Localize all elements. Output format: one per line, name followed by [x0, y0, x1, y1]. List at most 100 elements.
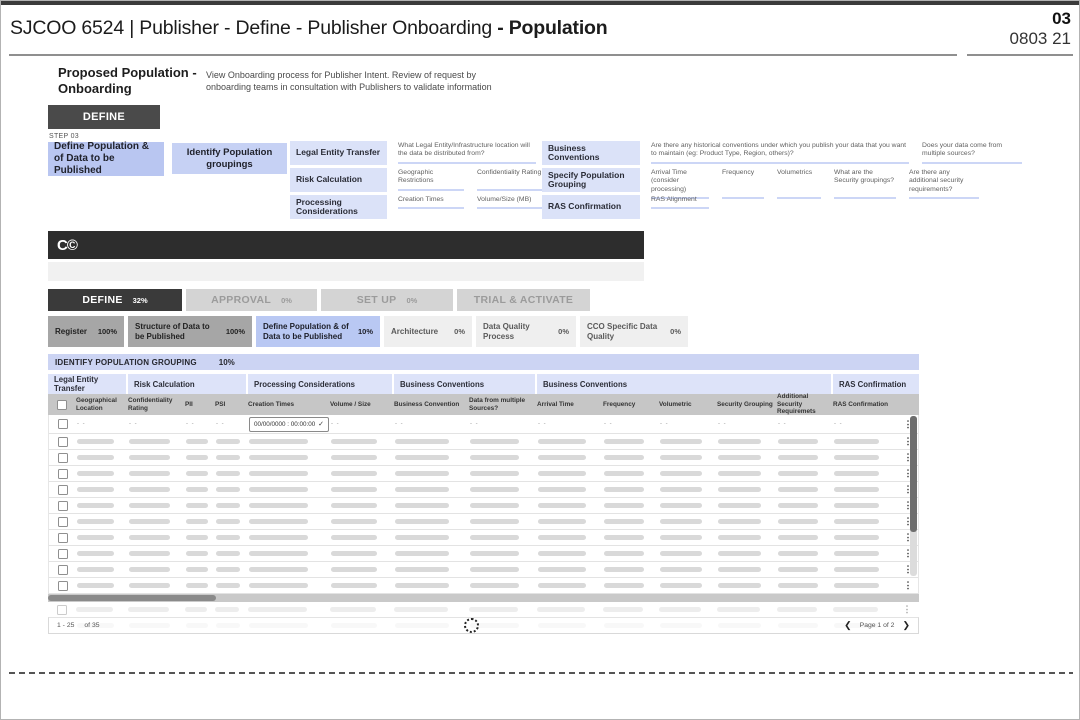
placeholder-pill — [778, 471, 818, 476]
row-checkbox[interactable] — [58, 581, 68, 591]
tab-label: DEFINE — [82, 294, 122, 306]
subtab-data-quality-process[interactable]: Data Quality Process0% — [476, 316, 576, 347]
row-checkbox[interactable] — [58, 469, 68, 479]
table-cell — [778, 519, 834, 524]
placeholder-pill — [129, 455, 170, 460]
table-cell — [216, 471, 249, 476]
subtab-architecture[interactable]: Architecture0% — [384, 316, 472, 347]
tab-percent: 32% — [133, 296, 148, 305]
column-header: Volume / Size — [330, 401, 394, 408]
title-underline — [9, 54, 957, 56]
tab-approval[interactable]: APPROVAL0% — [186, 289, 317, 311]
table-cell — [77, 567, 129, 572]
placeholder-pill — [537, 607, 585, 612]
table-cell — [833, 607, 895, 612]
table-cell — [395, 487, 470, 492]
table-cell — [660, 583, 718, 588]
flow-questions: Are there any historical conventions und… — [651, 141, 1022, 164]
row-checkbox[interactable] — [58, 533, 68, 543]
placeholder-pill — [216, 487, 240, 492]
row-checkbox[interactable] — [58, 501, 68, 511]
row-checkbox[interactable] — [58, 565, 68, 575]
horizontal-scrollbar-thumb[interactable] — [48, 595, 216, 601]
placeholder-pill — [249, 503, 308, 508]
table-cell — [660, 455, 718, 460]
flow-question: RAS Alignment — [651, 196, 709, 209]
table-cell — [186, 487, 216, 492]
select-all-checkbox[interactable] — [57, 400, 67, 410]
empty-cell-value: - - — [331, 421, 340, 427]
placeholder-pill — [718, 455, 761, 460]
tab-set-up[interactable]: SET UP0% — [321, 289, 453, 311]
table-cell — [249, 519, 331, 524]
empty-cell-value: - - — [718, 421, 727, 427]
placeholder-pill — [77, 567, 114, 572]
row-checkbox-cell — [49, 485, 77, 495]
header-checkbox-cell — [48, 400, 76, 410]
row-checkbox[interactable] — [58, 453, 68, 463]
subtab-register[interactable]: Register100% — [48, 316, 124, 347]
table-cell — [331, 535, 395, 540]
row-menu-icon[interactable]: ⋮ — [904, 581, 913, 590]
table-cell — [660, 519, 718, 524]
row-checkbox[interactable] — [58, 437, 68, 447]
input-check-icon: ✓ — [318, 420, 324, 428]
vertical-scrollbar-thumb[interactable] — [910, 416, 917, 532]
table-cell — [834, 487, 896, 492]
page-previous-icon[interactable]: ❮ — [844, 621, 852, 630]
window-top-edge — [1, 1, 1079, 5]
table-cell — [249, 567, 331, 572]
row-checkbox[interactable] — [58, 549, 68, 559]
table-cell — [331, 439, 395, 444]
flow-question: Creation Times — [398, 196, 464, 209]
slide-page: { "page": { "title_regular": "SJCOO 6524… — [0, 0, 1080, 720]
row-checkbox[interactable] — [58, 517, 68, 527]
subtab-structure-of-data-to-be-publ[interactable]: Structure of Data to be Published100% — [128, 316, 252, 347]
placeholder-pill — [470, 535, 519, 540]
loading-spinner-icon — [464, 618, 479, 633]
table-cell — [249, 503, 331, 508]
table-cell — [129, 439, 186, 444]
table-cell — [186, 567, 216, 572]
tab-trial-activate[interactable]: TRIAL & ACTIVATE — [457, 289, 590, 311]
table-cell — [395, 455, 470, 460]
table-row: ⋮ — [49, 562, 918, 578]
row-checkbox[interactable] — [58, 485, 68, 495]
empty-cell-value: - - — [186, 421, 195, 427]
row-checkbox-cell — [49, 517, 77, 527]
table-cell — [660, 471, 718, 476]
creation-time-input[interactable]: 00/00/0000 : 00:00:00✓ — [249, 417, 329, 432]
placeholder-pill — [718, 535, 761, 540]
horizontal-scrollbar[interactable] — [48, 594, 919, 602]
page-next-icon[interactable]: ❯ — [902, 621, 910, 630]
placeholder-pill — [470, 551, 519, 556]
placeholder-pill — [660, 583, 702, 588]
table-cell — [186, 439, 216, 444]
row-checkbox[interactable] — [57, 605, 67, 615]
placeholder-pill — [470, 487, 519, 492]
row-menu-icon[interactable]: ⋮ — [903, 605, 912, 614]
placeholder-pill — [77, 519, 114, 524]
table-cell — [470, 455, 538, 460]
table-cell — [77, 439, 129, 444]
table-cell — [604, 471, 660, 476]
subtab-cco-specific-data-quality[interactable]: CCO Specific Data Quality0% — [580, 316, 688, 347]
row-checkbox[interactable] — [58, 419, 68, 429]
placeholder-pill — [834, 487, 879, 492]
placeholder-pill — [395, 455, 449, 460]
tab-define[interactable]: DEFINE 32% — [48, 289, 182, 311]
flow-category-box: Risk Calculation — [290, 168, 387, 192]
row-checkbox-cell — [49, 419, 77, 429]
placeholder-pill — [216, 583, 240, 588]
placeholder-pill — [186, 567, 208, 572]
table-cell — [470, 487, 538, 492]
placeholder-pill — [216, 535, 240, 540]
table-cell — [538, 487, 604, 492]
subtab-label: Register — [55, 327, 87, 336]
subtab-define-population-of-data-to[interactable]: Define Population & of Data to be Publis… — [256, 316, 380, 347]
tab-percent: 0% — [406, 296, 417, 305]
table-cell — [717, 607, 777, 612]
placeholder-pill — [249, 455, 308, 460]
placeholder-pill — [249, 439, 308, 444]
vertical-scrollbar[interactable] — [910, 416, 917, 576]
